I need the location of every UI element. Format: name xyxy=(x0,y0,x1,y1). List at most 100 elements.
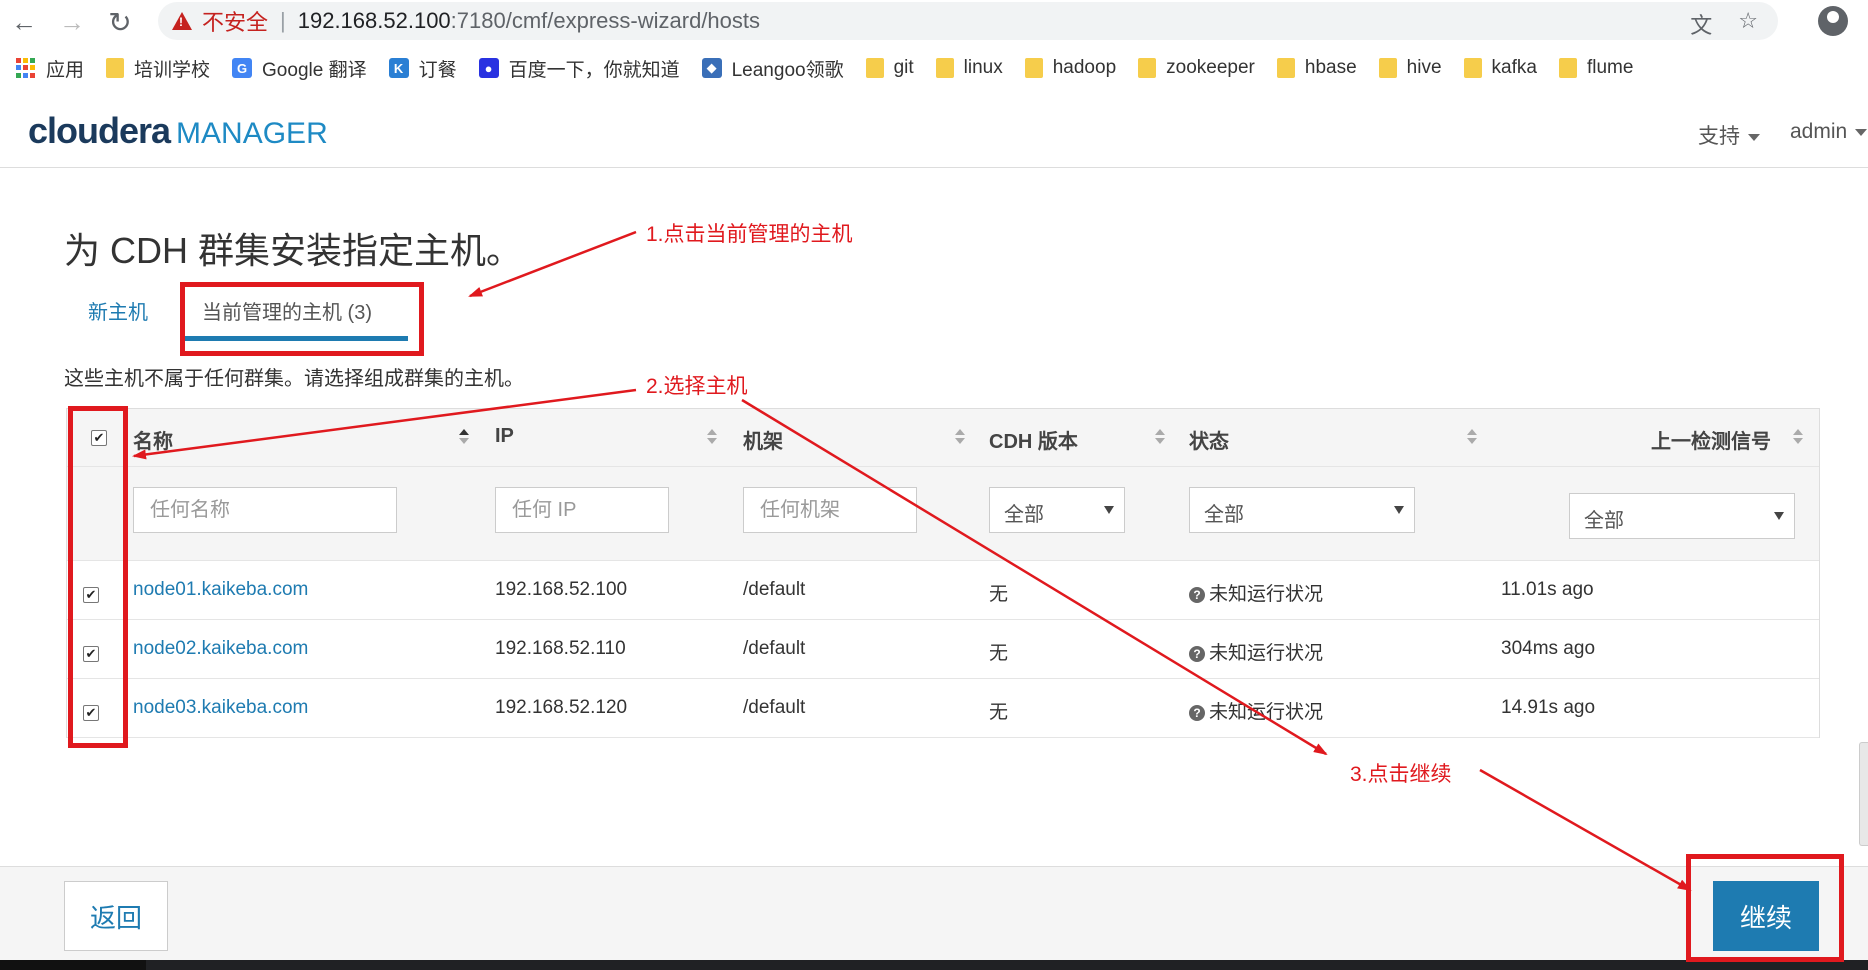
folder-icon xyxy=(1463,58,1482,78)
host-status: ? 未知运行状况 xyxy=(1189,638,1323,665)
annotation-step1: 1.点击当前管理的主机 xyxy=(646,223,853,246)
cdh-version-filter-select[interactable]: 全部 xyxy=(989,487,1125,533)
hosts-table: ✔ 名称 IP 机架 CDH 版本 状态 上一检测信号 全部 全部 xyxy=(66,408,1820,738)
support-menu[interactable]: 支持 xyxy=(1698,120,1760,150)
host-cdh-version: 无 xyxy=(989,584,1009,605)
bookmark-item[interactable]: kafka xyxy=(1463,57,1537,79)
hosts-description: 这些主机不属于任何群集。请选择组成群集的主机。 xyxy=(64,368,524,390)
host-status-text: 未知运行状况 xyxy=(1209,584,1324,605)
annotation-box-continue xyxy=(1686,854,1844,962)
host-cdh-version: 无 xyxy=(989,643,1009,664)
sort-status-icon[interactable] xyxy=(1467,429,1477,445)
bookmark-item[interactable]: hadoop xyxy=(1024,57,1117,79)
sort-cdh-icon[interactable] xyxy=(1155,429,1165,445)
host-last-heartbeat: 11.01s ago xyxy=(1501,579,1594,600)
bookmark-item[interactable]: hive xyxy=(1378,57,1442,79)
taskbar xyxy=(0,960,1868,970)
ip-filter-input[interactable] xyxy=(495,487,669,533)
column-header-cdh-version[interactable]: CDH 版本 xyxy=(989,425,1078,454)
bookmark-item[interactable]: K 订餐 xyxy=(388,55,457,82)
translate-icon[interactable]: 文 xyxy=(1690,8,1712,40)
scroll-handle[interactable] xyxy=(1859,742,1868,846)
column-header-name[interactable]: 名称 xyxy=(133,425,173,454)
rack-filter-input[interactable] xyxy=(743,487,917,533)
chevron-down-icon xyxy=(1394,506,1404,514)
status-filter-select[interactable]: 全部 xyxy=(1189,487,1415,533)
column-header-ip[interactable]: IP xyxy=(495,425,514,448)
bookmark-label: Google 翻译 xyxy=(262,59,367,81)
sort-name-icon[interactable] xyxy=(459,429,469,445)
bookmark-item[interactable]: ◆ Leangoo领歌 xyxy=(701,55,844,82)
host-name-link[interactable]: node02.kaikeba.com xyxy=(133,638,308,660)
folder-icon xyxy=(1138,58,1157,78)
k-app-icon: K xyxy=(388,58,409,78)
host-cdh-version: 无 xyxy=(989,702,1009,723)
cdh-version-filter-value: 全部 xyxy=(1004,504,1044,526)
bookmark-label: hive xyxy=(1406,57,1442,78)
bookmark-label: 应用 xyxy=(46,59,85,81)
host-name-link[interactable]: node01.kaikeba.com xyxy=(133,579,308,601)
profile-icon[interactable] xyxy=(1818,6,1848,36)
table-header-row: ✔ 名称 IP 机架 CDH 版本 状态 上一检测信号 xyxy=(67,409,1819,467)
bookmark-label: git xyxy=(893,57,914,78)
forward-arrow-icon[interactable]: → xyxy=(56,6,88,38)
warning-triangle-icon: ! xyxy=(172,12,192,30)
annotation-step3: 3.点击继续 xyxy=(1350,763,1452,786)
host-name-link[interactable]: node03.kaikeba.com xyxy=(133,697,308,719)
table-row[interactable]: ✔ node03.kaikeba.com 192.168.52.120/defaul… xyxy=(67,679,1819,738)
question-circle-icon: ? xyxy=(1189,705,1205,721)
page-title: 为 CDH 群集安装指定主机。 xyxy=(64,230,522,271)
bookmark-label: zookeeper xyxy=(1166,57,1255,78)
name-filter-input[interactable] xyxy=(133,487,397,533)
bookmark-item[interactable]: zookeeper xyxy=(1138,57,1255,79)
logo-primary-text: cloudera xyxy=(28,110,171,151)
bookmark-label: 培训学校 xyxy=(134,59,211,81)
bookmark-label: 百度一下，你就知道 xyxy=(508,59,680,81)
status-filter-value: 全部 xyxy=(1204,504,1244,526)
heartbeat-filter-select[interactable]: 全部 xyxy=(1569,493,1795,539)
bookmark-item[interactable]: git xyxy=(865,57,914,79)
back-arrow-icon[interactable]: ← xyxy=(8,6,40,38)
heartbeat-filter-value: 全部 xyxy=(1584,510,1624,532)
bookmark-item[interactable]: 应用 xyxy=(16,55,84,82)
bookmark-item[interactable]: ● 百度一下，你就知道 xyxy=(478,55,680,82)
url-path: :7180/cmf/express-wizard/hosts xyxy=(450,8,761,33)
bookmark-item[interactable]: G Google 翻译 xyxy=(232,55,367,82)
bookmark-item[interactable]: hbase xyxy=(1276,57,1357,79)
apps-grid-icon xyxy=(16,58,36,78)
annotation-box-managed-tab xyxy=(180,282,424,356)
admin-menu[interactable]: admin xyxy=(1790,120,1867,144)
wizard-footer: 返回 继续 xyxy=(0,866,1868,960)
url-separator: | xyxy=(280,8,286,33)
annotation-box-checkboxes xyxy=(68,406,128,748)
reload-icon[interactable]: ↻ xyxy=(104,6,136,38)
sort-rack-icon[interactable] xyxy=(955,429,965,445)
insecure-label: 不安全 xyxy=(202,10,269,35)
cloudera-logo[interactable]: cloudera MANAGER xyxy=(28,110,328,152)
folder-icon xyxy=(106,58,125,78)
tab-new-hosts[interactable]: 新主机 xyxy=(88,296,148,325)
bookmark-item[interactable]: linux xyxy=(935,57,1003,79)
sort-heartbeat-icon[interactable] xyxy=(1793,429,1803,445)
folder-icon xyxy=(1024,58,1043,78)
bookmark-item[interactable]: 培训学校 xyxy=(106,55,210,82)
back-button[interactable]: 返回 xyxy=(64,881,168,951)
bookmark-item[interactable]: flume xyxy=(1558,57,1633,79)
bookmark-star-icon[interactable]: ☆ xyxy=(1738,8,1758,40)
leangoo-icon: ◆ xyxy=(701,58,722,78)
question-circle-icon: ? xyxy=(1189,587,1205,603)
host-last-heartbeat: 304ms ago xyxy=(1501,638,1596,659)
address-bar[interactable]: ! 不安全 | 192.168.52.100:7180/cmf/express-… xyxy=(158,2,1778,40)
host-ip: 192.168.52.100 xyxy=(495,579,628,600)
column-header-rack[interactable]: 机架 xyxy=(743,425,783,454)
bookmark-label: hbase xyxy=(1304,57,1357,78)
bookmarks-bar: 应用 培训学校 G Google 翻译 K 订餐 ● 百度一下，你就知道 ◆ Leangoo领歌 g… xyxy=(0,48,1868,88)
table-row[interactable]: ✔ node01.kaikeba.com 192.168.52.100/defaul… xyxy=(67,561,1819,620)
folder-icon xyxy=(865,58,884,78)
bookmark-label: hadoop xyxy=(1052,57,1117,78)
baidu-paw-icon: ● xyxy=(478,58,499,78)
column-header-last-heartbeat[interactable]: 上一检测信号 xyxy=(1651,425,1771,454)
table-row[interactable]: ✔ node02.kaikeba.com 192.168.52.110/defaul… xyxy=(67,620,1819,679)
column-header-status[interactable]: 状态 xyxy=(1189,425,1229,454)
sort-ip-icon[interactable] xyxy=(707,429,717,445)
